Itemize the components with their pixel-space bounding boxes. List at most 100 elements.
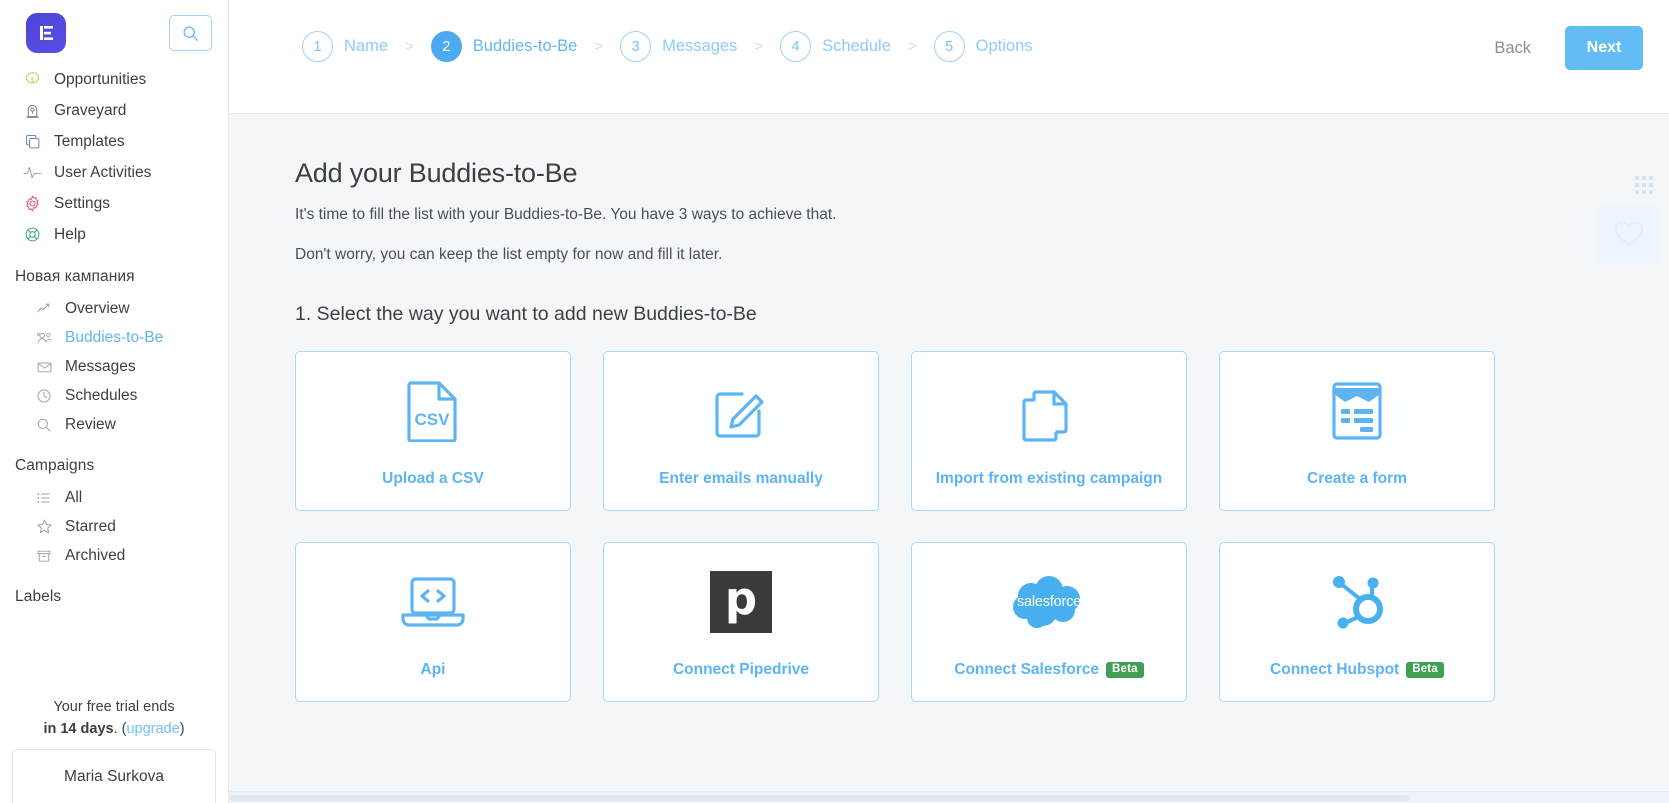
sidebar-item-all[interactable]: All	[0, 483, 228, 512]
card-api[interactable]: Api	[295, 542, 571, 702]
app-logo[interactable]	[26, 13, 66, 53]
documents-copy-icon	[1020, 374, 1078, 448]
sidebar-item-overview[interactable]: Overview	[0, 294, 228, 323]
sidebar-item-label: Buddies-to-Be	[65, 328, 164, 346]
card-label-text: Connect Salesforce	[954, 661, 1099, 678]
sidebar: $ Opportunities Graveyard Templates User…	[0, 0, 229, 803]
step-number: 3	[620, 31, 652, 62]
card-import-from-existing-campaign[interactable]: Import from existing campaign	[911, 351, 1187, 511]
heart-icon	[1614, 222, 1644, 247]
horizontal-scrollbar[interactable]	[229, 791, 1669, 803]
sidebar-item-label: Graveyard	[54, 101, 127, 119]
card-label: Enter emails manually	[659, 470, 823, 488]
search-input[interactable]	[169, 15, 212, 51]
sidebar-item-review[interactable]: Review	[0, 410, 228, 439]
sidebar-item-help[interactable]: Help	[0, 219, 228, 250]
card-label: Connect Hubspot Beta	[1270, 661, 1444, 679]
sidebar-item-label: Archived	[65, 546, 126, 564]
section-heading: 1. Select the way you want to add new Bu…	[295, 303, 757, 325]
archive-box-icon	[34, 548, 54, 564]
card-connect-pipedrive[interactable]: p Connect Pipedrive	[603, 542, 879, 702]
wizard-actions: Back Next	[1480, 26, 1643, 70]
page-title: Add your Buddies-to-Be	[295, 158, 578, 188]
chart-line-icon	[34, 301, 54, 317]
wizard-topbar: 1 Name > 2 Buddies-to-Be > 3 Messages > …	[229, 0, 1669, 114]
copy-icon	[22, 133, 43, 150]
campaign-nav: Overview Buddies-to-Be Messages Schedule…	[0, 294, 228, 439]
app-root: $ Opportunities Graveyard Templates User…	[0, 0, 1669, 803]
card-connect-hubspot[interactable]: Connect Hubspot Beta	[1219, 542, 1495, 702]
card-label-text: Import from existing campaign	[935, 470, 1163, 487]
next-button[interactable]: Next	[1565, 26, 1643, 70]
sidebar-item-label: Messages	[65, 357, 136, 375]
list-icon	[34, 490, 54, 506]
upgrade-link[interactable]: upgrade	[126, 721, 179, 737]
option-cards-grid: CSV Upload a CSV Enter emails manually I…	[295, 351, 1669, 702]
campaign-section-title: Новая кампания	[15, 268, 135, 285]
step-number: 5	[933, 31, 965, 62]
step-1-name[interactable]: 1 Name	[302, 31, 388, 62]
step-3-messages[interactable]: 3 Messages	[620, 31, 737, 62]
sidebar-item-graveyard[interactable]: Graveyard	[0, 95, 228, 126]
salesforce-cloud-icon: salesforce	[1007, 565, 1091, 639]
step-label: Name	[344, 37, 389, 55]
drag-handle-grid-icon[interactable]	[1635, 176, 1653, 194]
scrollbar-thumb[interactable]	[229, 795, 1409, 801]
sidebar-item-starred[interactable]: Starred	[0, 512, 228, 541]
card-upload-csv[interactable]: CSV Upload a CSV	[295, 351, 571, 511]
status-badge: Beta	[1406, 661, 1444, 679]
card-label: Create a form	[1307, 470, 1407, 488]
card-create-a-form[interactable]: Create a form	[1219, 351, 1495, 511]
sidebar-item-label: All	[65, 488, 83, 506]
card-label: Connect Salesforce Beta	[954, 661, 1144, 679]
tombstone-icon	[22, 102, 43, 119]
user-account-button[interactable]: Maria Surkova	[12, 749, 216, 803]
form-clipboard-icon	[1330, 374, 1384, 448]
page-subtitle-2: Don't worry, you can keep the list empty…	[295, 246, 723, 263]
step-separator: >	[405, 38, 414, 55]
step-4-schedule[interactable]: 4 Schedule	[780, 31, 891, 62]
content-area: Add your Buddies-to-Be It's time to fill…	[229, 114, 1669, 803]
step-2-buddies-to-be[interactable]: 2 Buddies-to-Be	[430, 31, 577, 62]
step-5-options[interactable]: 5 Options	[933, 31, 1033, 62]
sidebar-item-label: Starred	[65, 517, 116, 535]
sidebar-item-settings[interactable]: Settings	[0, 188, 228, 219]
back-button[interactable]: Back	[1480, 31, 1545, 66]
labels-section-title: Labels	[15, 588, 62, 605]
step-label: Options	[975, 37, 1033, 55]
step-number: 2	[430, 31, 462, 62]
sidebar-item-label: User Activities	[54, 163, 152, 181]
people-icon	[34, 330, 54, 346]
sidebar-item-buddies-to-be[interactable]: Buddies-to-Be	[0, 323, 228, 352]
pipedrive-logo-icon: p	[710, 565, 772, 639]
card-enter-emails-manually[interactable]: Enter emails manually	[603, 351, 879, 511]
envelope-icon	[34, 359, 54, 375]
trial-period: .	[113, 721, 118, 737]
sidebar-item-label: Overview	[65, 299, 130, 317]
sidebar-item-label: Settings	[54, 194, 111, 212]
main-area: 1 Name > 2 Buddies-to-Be > 3 Messages > …	[229, 0, 1669, 803]
sidebar-item-user-activities[interactable]: User Activities	[0, 157, 228, 188]
pulse-icon	[22, 164, 43, 181]
trial-line1: Your free trial ends	[53, 699, 175, 715]
svg-text:CSV: CSV	[415, 410, 451, 429]
card-connect-salesforce[interactable]: salesforce Connect Salesforce Beta	[911, 542, 1187, 702]
sidebar-item-label: Opportunities	[54, 70, 147, 88]
wizard-stepper: 1 Name > 2 Buddies-to-Be > 3 Messages > …	[302, 31, 1033, 62]
step-number: 1	[302, 31, 333, 62]
sidebar-item-messages[interactable]: Messages	[0, 352, 228, 381]
star-icon	[34, 518, 54, 535]
csv-file-icon: CSV	[407, 374, 459, 448]
sidebar-item-schedules[interactable]: Schedules	[0, 381, 228, 410]
sidebar-item-opportunities[interactable]: $ Opportunities	[0, 64, 228, 95]
step-label: Messages	[662, 37, 738, 55]
lifebuoy-icon	[22, 226, 43, 243]
sidebar-item-archived[interactable]: Archived	[0, 541, 228, 570]
card-label-text: Create a form	[1307, 470, 1407, 487]
step-separator: >	[754, 38, 764, 55]
card-label: Connect Pipedrive	[673, 661, 809, 679]
logo-glyph	[40, 26, 53, 40]
sidebar-item-templates[interactable]: Templates	[0, 126, 228, 157]
favorite-widget[interactable]	[1597, 206, 1661, 264]
search-icon	[183, 25, 198, 41]
